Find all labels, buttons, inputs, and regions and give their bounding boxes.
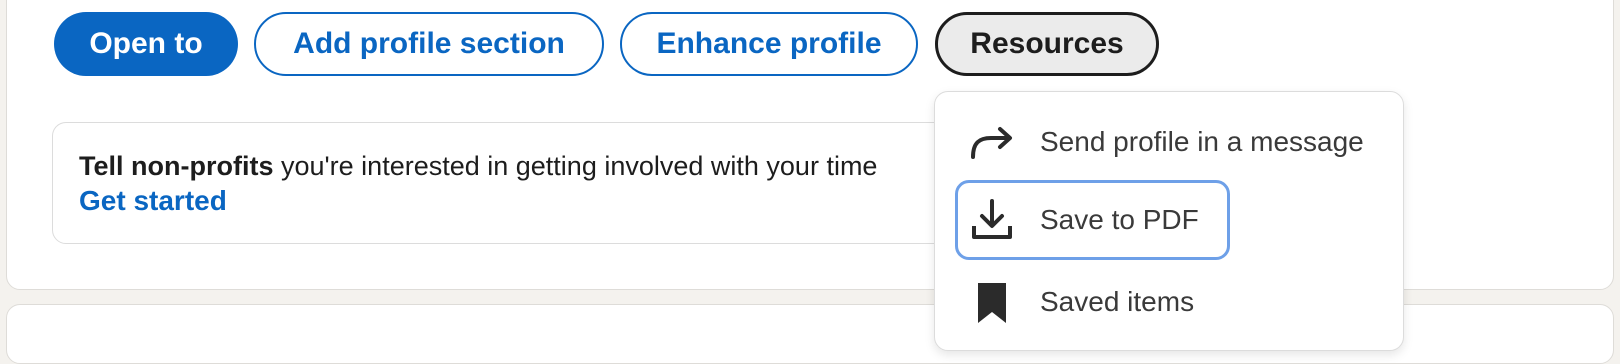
menu-item-saved-items[interactable]: Saved items — [955, 262, 1255, 342]
get-started-link[interactable]: Get started — [79, 185, 227, 217]
resources-dropdown-menu: Send profile in a message Save to PDF Sa… — [934, 91, 1404, 351]
open-to-button[interactable]: Open to — [54, 12, 238, 76]
bookmark-icon — [978, 283, 1006, 323]
notice-bold-text: Tell non-profits — [79, 151, 274, 181]
share-arrow-icon — [971, 127, 1012, 159]
menu-item-send-profile[interactable]: Send profile in a message — [955, 102, 1395, 182]
menu-item-label: Saved items — [1040, 286, 1195, 317]
download-icon — [972, 199, 1012, 239]
enhance-profile-button[interactable]: Enhance profile — [620, 12, 918, 76]
notice-text: Tell non-profits you're interested in ge… — [79, 151, 877, 182]
notice-body-text: you're interested in getting involved wi… — [273, 151, 878, 181]
volunteer-notice: Tell non-profits you're interested in ge… — [52, 122, 1052, 244]
menu-item-label: Save to PDF — [1040, 204, 1199, 235]
menu-item-label: Send profile in a message — [1040, 126, 1364, 157]
menu-item-save-to-pdf[interactable]: Save to PDF — [955, 180, 1230, 260]
add-profile-section-button[interactable]: Add profile section — [254, 12, 604, 76]
resources-button[interactable]: Resources — [935, 12, 1159, 76]
